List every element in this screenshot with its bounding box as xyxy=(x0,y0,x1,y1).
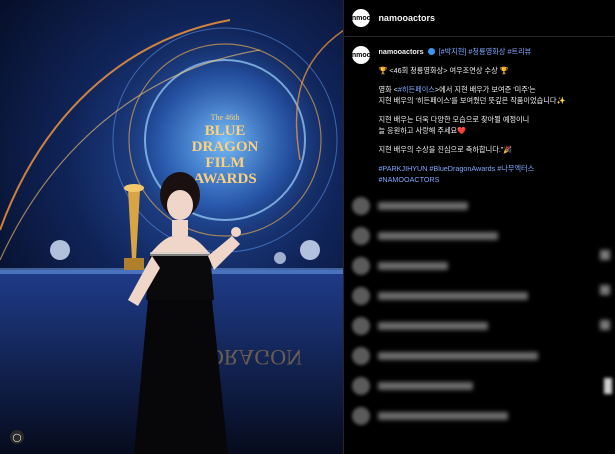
caption-line: 늘 응원하고 사랑해 주세요❤️ xyxy=(378,126,467,135)
header-username[interactable]: namooactors xyxy=(378,13,435,23)
caption-line: 영화 <#히든페이스>에서 지현 배우가 보여준 '미주'는 xyxy=(378,85,536,94)
post-sidebar: nmoo namooactors nmoo namooactors [#박지현]… xyxy=(343,0,615,454)
scrollbar-thumb[interactable] xyxy=(604,378,612,394)
award-title-line: The 46th xyxy=(211,113,240,122)
comment-row xyxy=(344,257,615,275)
avatar xyxy=(352,287,371,305)
award-title-line: AWARDS xyxy=(193,171,256,187)
comment-row xyxy=(344,317,615,335)
hashtag-link[interactable]: #히든페이스 xyxy=(398,85,435,94)
like-icon[interactable] xyxy=(600,285,610,295)
instagram-post: DRAGON The 46th BLUE DRAGON FILM AWARDS xyxy=(0,0,615,454)
comment-row xyxy=(344,377,615,395)
caption: nmoo namooactors [#박지현] #청룡영화상 #트리뷰 🏆 <4… xyxy=(344,37,615,185)
verified-badge-icon xyxy=(427,48,435,55)
caption-line: 지현 배우의 '히든페이스'를 보여줬던 뜻깊은 작품이었습니다✨ xyxy=(378,96,566,105)
blurred-comments xyxy=(344,197,615,425)
award-title-line: DRAGON xyxy=(192,139,259,155)
caption-line: 지현 배우의 수상을 진심으로 축하합니다.”🎉 xyxy=(378,145,513,154)
comment-row xyxy=(344,407,615,425)
avatar xyxy=(352,227,371,245)
comment-row xyxy=(344,287,615,305)
award-title-line: BLUE xyxy=(205,123,246,139)
avatar xyxy=(352,407,371,425)
svg-text:DRAGON: DRAGON xyxy=(208,345,302,370)
comment-row xyxy=(344,227,615,245)
avatar xyxy=(352,197,371,215)
hashtag-link[interactable]: #PARKJIHYUN #BlueDragonAwards #나무엑터스 xyxy=(378,163,565,174)
award-title-line: FILM xyxy=(205,155,244,171)
post-photo[interactable]: DRAGON The 46th BLUE DRAGON FILM AWARDS xyxy=(0,0,344,454)
profile-icon[interactable]: ◯ xyxy=(10,430,24,444)
hashtag-link[interactable]: #NAMOOACTORS xyxy=(378,174,565,185)
post-header: nmoo namooactors xyxy=(344,0,615,37)
comment-row xyxy=(344,347,615,365)
avatar xyxy=(352,347,371,365)
comment-row xyxy=(344,197,615,215)
caption-text: namooactors [#박지현] #청룡영화상 #트리뷰 🏆 <46회 청룡… xyxy=(378,46,565,185)
like-icon[interactable] xyxy=(600,250,610,260)
caption-line: 지현 배우는 더욱 다양한 모습으로 찾아뵐 예정이니 xyxy=(378,115,530,124)
award-stage-illustration: DRAGON The 46th BLUE DRAGON FILM AWARDS xyxy=(0,19,344,454)
caption-line: 🏆 <46회 청룡영화상> 여우조연상 수상 🏆 xyxy=(378,66,509,75)
caption-hashtags-inline[interactable]: [#박지현] #청룡영화상 #트리뷰 xyxy=(439,47,532,56)
avatar[interactable]: nmoo xyxy=(352,9,371,27)
avatar xyxy=(352,317,371,335)
avatar xyxy=(352,257,371,275)
like-icon[interactable] xyxy=(600,320,610,330)
caption-username[interactable]: namooactors xyxy=(378,47,423,56)
caption-avatar[interactable]: nmoo xyxy=(352,46,371,64)
avatar xyxy=(352,377,371,395)
